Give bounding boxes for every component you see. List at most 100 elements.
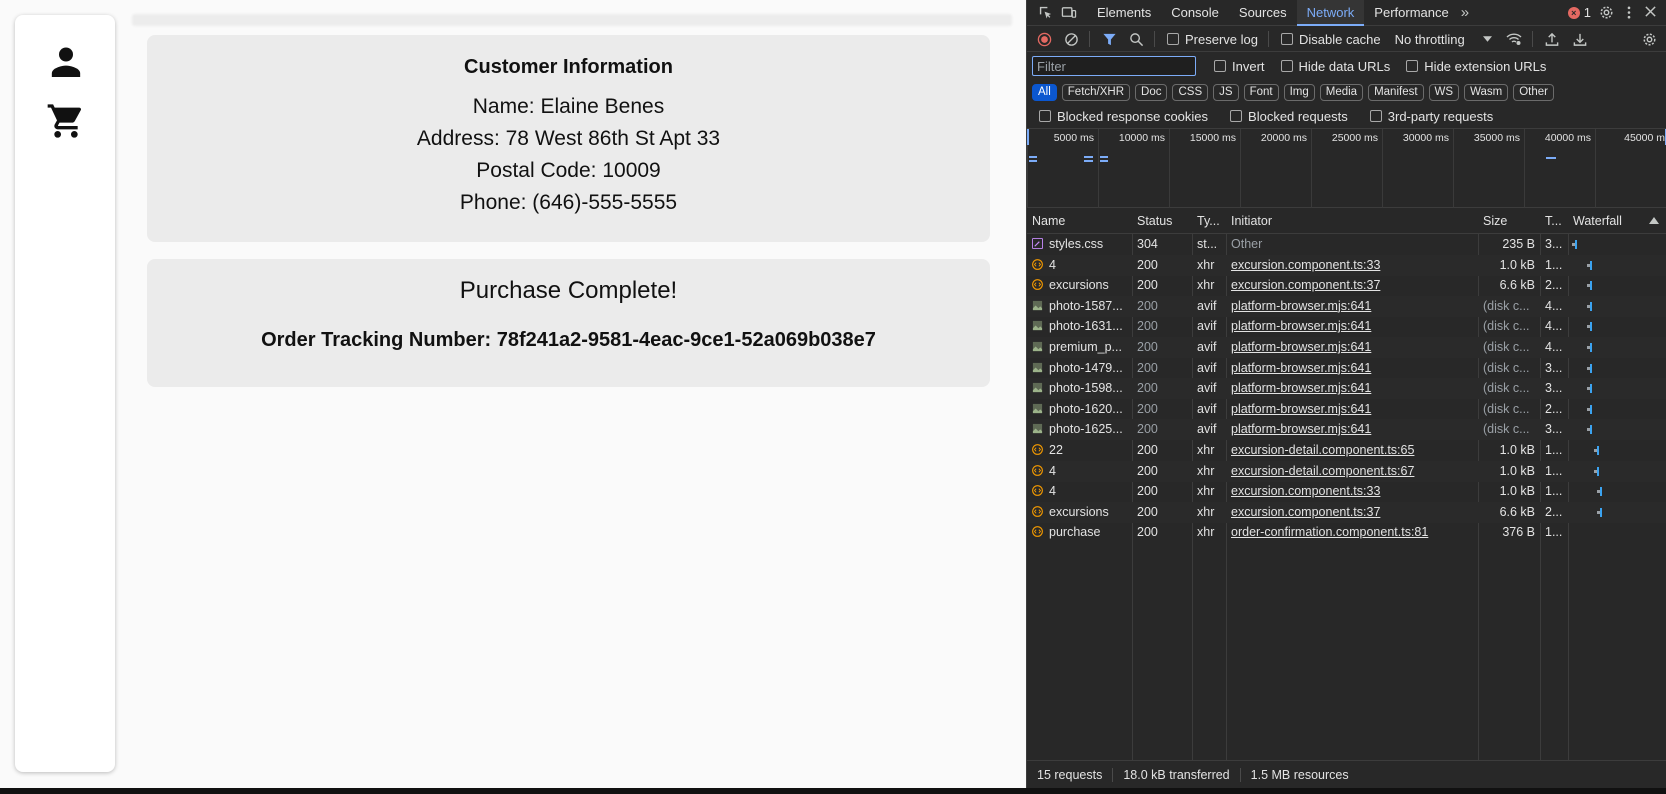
table-row[interactable]: photo-1631... 200 avif platform-browser.mjs… [1027,316,1666,337]
table-row[interactable]: excursions 200 xhr excursion.component.ts:3… [1027,275,1666,296]
table-row[interactable]: photo-1620... 200 avif platform-browser.mjs… [1027,399,1666,420]
error-count-badge[interactable]: × 1 [1567,5,1591,20]
request-name[interactable]: photo-1620... [1027,399,1132,420]
table-row[interactable]: styles.css 304 st... Other 235 B 3... [1027,234,1666,255]
tab-console[interactable]: Console [1161,0,1229,26]
table-row[interactable]: photo-1587... 200 avif platform-browser.mjs… [1027,295,1666,317]
export-har-icon[interactable] [1573,32,1587,47]
table-row[interactable]: excursions 200 xhr excursion.component.ts:3… [1027,501,1666,523]
person-icon[interactable] [46,42,86,82]
type-filter-fetch-xhr[interactable]: Fetch/XHR [1061,83,1131,101]
type-filter-doc[interactable]: Doc [1135,83,1168,101]
request-initiator[interactable]: platform-browser.mjs:641 [1226,399,1478,420]
settings-gear-icon[interactable] [1599,5,1614,20]
invert-checkbox[interactable]: Invert [1214,59,1265,74]
table-row[interactable]: photo-1625... 200 avif platform-browser.mjs… [1027,419,1666,441]
request-name[interactable]: excursions [1027,275,1132,296]
type-filter-img[interactable]: Img [1283,83,1315,101]
inspect-element-icon[interactable] [1037,5,1053,21]
import-har-icon[interactable] [1545,32,1559,47]
more-tabs-chevron-icon[interactable]: » [1461,4,1469,21]
column-status[interactable]: Status [1132,208,1192,234]
request-initiator[interactable]: platform-browser.mjs:641 [1226,337,1478,358]
request-name[interactable]: photo-1479... [1027,358,1132,379]
request-name-text: styles.css [1049,237,1104,251]
table-row[interactable]: 22 200 xhr excursion-detail.component.ts:65… [1027,440,1666,461]
request-name[interactable]: 22 [1027,440,1132,461]
table-row[interactable]: premium_p... 200 avif platform-browser.mjs:… [1027,337,1666,358]
filter-input[interactable] [1032,56,1196,76]
request-initiator[interactable]: excursion.component.ts:37 [1226,275,1478,296]
request-name[interactable]: 4 [1027,461,1132,482]
request-initiator[interactable]: excursion.component.ts:37 [1226,502,1478,523]
cart-icon[interactable] [46,101,86,141]
request-initiator[interactable]: excursion.component.ts:33 [1226,481,1478,502]
hide-extension-urls-checkbox[interactable]: Hide extension URLs [1406,59,1546,74]
timeline-left-handle[interactable] [1027,129,1029,145]
type-filter-all[interactable]: All [1032,83,1057,101]
request-name[interactable]: purchase [1027,522,1132,543]
type-filter-manifest[interactable]: Manifest [1368,83,1424,101]
tab-sources[interactable]: Sources [1229,0,1297,26]
type-filter-ws[interactable]: WS [1428,83,1460,101]
record-stop-icon[interactable] [1037,32,1052,47]
request-initiator[interactable]: excursion-detail.component.ts:67 [1226,461,1478,482]
type-filter-other[interactable]: Other [1513,83,1554,101]
preserve-log-checkbox[interactable]: Preserve log [1167,32,1258,47]
table-row[interactable]: 4 200 xhr excursion.component.ts:33 1.0 kB 1.… [1027,481,1666,502]
table-row[interactable]: 4 200 xhr excursion.component.ts:33 1.0 kB 1.… [1027,254,1666,276]
more-options-icon[interactable] [1626,5,1632,20]
type-filter-media[interactable]: Media [1319,83,1364,101]
clear-icon[interactable] [1064,32,1079,47]
blocked-cookies-checkbox[interactable]: Blocked response cookies [1039,109,1208,124]
request-name[interactable]: excursions [1027,502,1132,523]
request-name[interactable]: photo-1598... [1027,378,1132,399]
column-size[interactable]: Size [1478,208,1540,234]
request-name[interactable]: premium_p... [1027,337,1132,358]
column-time[interactable]: T... [1540,208,1568,234]
blocked-requests-checkbox[interactable]: Blocked requests [1230,109,1348,124]
type-filter-js[interactable]: JS [1213,83,1239,101]
request-initiator[interactable]: excursion-detail.component.ts:65 [1226,440,1478,461]
column-type[interactable]: Ty... [1192,208,1226,234]
table-row[interactable]: purchase 200 xhr order-confirmation.compone… [1027,522,1666,543]
table-row[interactable]: 4 200 xhr excursion-detail.component.ts:67 1… [1027,460,1666,482]
device-toolbar-icon[interactable] [1061,5,1077,21]
request-name[interactable]: photo-1625... [1027,419,1132,440]
filter-funnel-icon[interactable] [1102,32,1117,47]
hide-data-urls-checkbox[interactable]: Hide data URLs [1280,59,1390,74]
request-name[interactable]: photo-1631... [1027,316,1132,337]
request-name[interactable]: photo-1587... [1027,296,1132,317]
network-settings-gear-icon[interactable] [1642,32,1657,47]
waterfall-bar [1590,301,1592,311]
request-name[interactable]: 4 [1027,255,1132,276]
table-row[interactable]: photo-1598... 200 avif platform-browser.mjs… [1027,378,1666,400]
search-icon[interactable] [1129,32,1144,47]
close-devtools-icon[interactable] [1644,5,1657,18]
throttling-select[interactable]: No throttling [1395,32,1492,47]
request-initiator[interactable]: platform-browser.mjs:641 [1226,296,1478,317]
customer-info-title: Customer Information [464,56,673,78]
request-name[interactable]: styles.css [1027,234,1132,255]
tab-performance[interactable]: Performance [1364,0,1458,26]
disable-cache-checkbox[interactable]: Disable cache [1280,32,1381,47]
request-name[interactable]: 4 [1027,481,1132,502]
request-initiator[interactable]: platform-browser.mjs:641 [1226,358,1478,379]
type-filter-font[interactable]: Font [1243,83,1279,101]
column-name[interactable]: Name [1027,208,1132,234]
network-overview-timeline[interactable]: 5000 ms 10000 ms 15000 ms 20000 ms 25000… [1027,128,1666,209]
network-conditions-icon[interactable] [1506,32,1522,46]
request-initiator[interactable]: platform-browser.mjs:641 [1226,419,1478,440]
tab-elements[interactable]: Elements [1087,0,1161,26]
request-initiator[interactable]: order-confirmation.component.ts:81 [1226,522,1478,543]
third-party-requests-checkbox[interactable]: 3rd-party requests [1369,109,1493,124]
request-initiator[interactable]: platform-browser.mjs:641 [1226,316,1478,337]
type-filter-css[interactable]: CSS [1172,83,1209,101]
column-initiator[interactable]: Initiator [1226,208,1478,234]
type-filter-wasm[interactable]: Wasm [1464,83,1509,101]
tab-network[interactable]: Network [1296,0,1365,26]
request-initiator[interactable]: excursion.component.ts:33 [1226,255,1478,276]
request-initiator[interactable]: platform-browser.mjs:641 [1226,378,1478,399]
table-row[interactable]: photo-1479... 200 avif platform-browser.mjs… [1027,358,1666,379]
request-type: xhr [1197,463,1215,478]
